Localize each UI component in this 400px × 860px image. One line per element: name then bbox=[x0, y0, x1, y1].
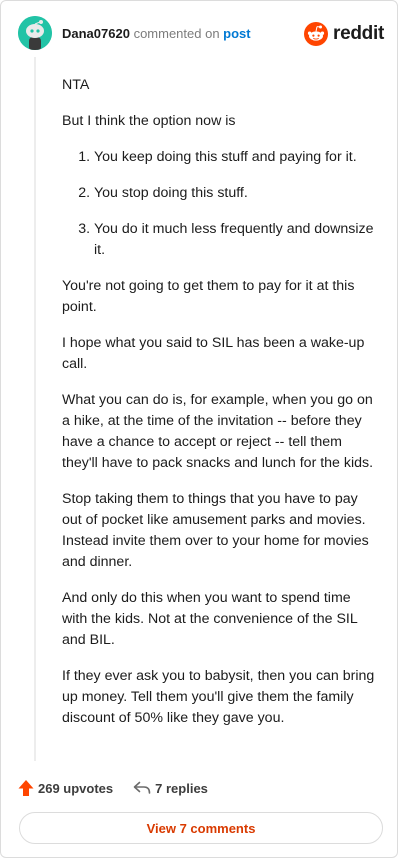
list-item: You do it much less frequently and downs… bbox=[94, 219, 376, 261]
comment-paragraph: If they ever ask you to babysit, then yo… bbox=[62, 668, 375, 726]
list-item: You keep doing this stuff and paying for… bbox=[94, 147, 376, 168]
reddit-logo-icon bbox=[304, 22, 329, 46]
comment-paragraph: What you can do is, for example, when yo… bbox=[62, 392, 374, 471]
comment-paragraph: But I think the option now is bbox=[62, 113, 236, 129]
comment-body: NTA But I think the option now is You ke… bbox=[62, 75, 376, 744]
comment-paragraph: You're not going to get them to pay for … bbox=[62, 278, 355, 315]
comment-paragraph: Stop taking them to things that you have… bbox=[62, 491, 369, 570]
username-link[interactable]: Dana07620 bbox=[62, 26, 130, 41]
action-text: commented on bbox=[129, 26, 224, 41]
upvote-count: 269 upvotes bbox=[38, 780, 114, 796]
reply-arrow-icon bbox=[133, 781, 151, 794]
comment-header: Dana07620 commented on post reddit bbox=[18, 16, 386, 52]
replies-button[interactable]: 7 replies bbox=[133, 781, 208, 796]
options-list: You keep doing this stuff and paying for… bbox=[62, 147, 376, 261]
reddit-logo[interactable]: reddit bbox=[304, 20, 384, 48]
brand-name: reddit bbox=[333, 23, 384, 44]
view-comments-button[interactable]: View 7 comments bbox=[19, 812, 383, 844]
upvote-arrow-icon bbox=[18, 780, 34, 796]
post-link[interactable]: post bbox=[223, 26, 250, 41]
upvote-button[interactable]: 269 upvotes bbox=[18, 779, 113, 797]
author-line: Dana07620 commented on post bbox=[62, 26, 251, 41]
replies-count: 7 replies bbox=[155, 780, 208, 796]
comment-paragraph: I hope what you said to SIL has been a w… bbox=[62, 335, 365, 372]
avatar[interactable] bbox=[18, 16, 52, 50]
list-item: You stop doing this stuff. bbox=[94, 183, 376, 204]
thread-line bbox=[34, 57, 36, 761]
comment-card: Dana07620 commented on post reddit NTA B… bbox=[0, 0, 398, 858]
comment-paragraph: NTA bbox=[62, 77, 90, 93]
comment-paragraph: And only do this when you want to spend … bbox=[62, 590, 358, 648]
comment-footer: 269 upvotes 7 replies bbox=[18, 777, 208, 799]
snoo-avatar-icon bbox=[18, 16, 52, 50]
